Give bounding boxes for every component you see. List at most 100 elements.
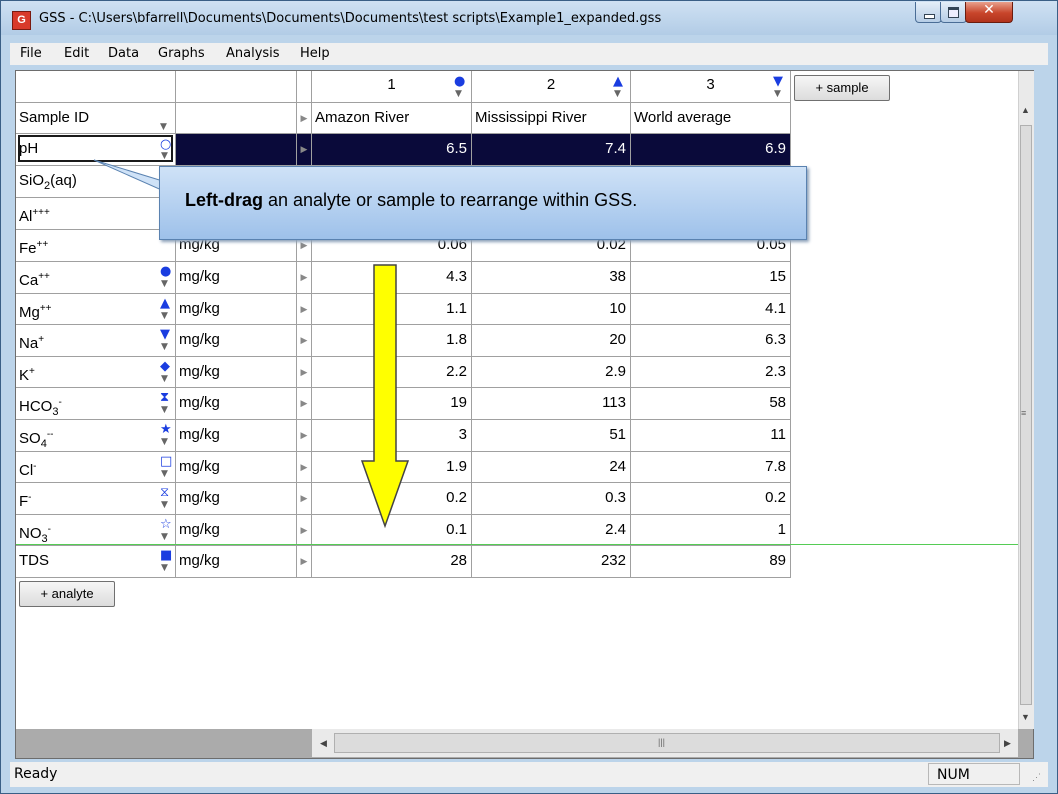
analyte-row-al[interactable]: Al+++ [16, 198, 176, 230]
menu-graphs[interactable]: Graphs [158, 46, 205, 61]
dropdown-icon[interactable]: ▼ [161, 280, 168, 289]
scroll-left-icon[interactable]: ◀ [320, 738, 327, 749]
add-analyte-button[interactable]: + analyte [19, 581, 115, 607]
open-circle-symbol-icon[interactable]: ○ [160, 138, 171, 151]
triangle-up-symbol-icon[interactable]: ▲ [613, 75, 623, 88]
resize-grip-icon[interactable]: ⋰ [1032, 772, 1041, 783]
analyte-name-cell[interactable]: Na+ [16, 325, 176, 357]
value-cell[interactable]: 2.4 [472, 514, 631, 547]
value-cell[interactable]: 20 [472, 325, 631, 357]
value-cell[interactable]: 1 [631, 514, 791, 547]
scroll-down-icon[interactable]: ▼ [1021, 712, 1030, 722]
menu-edit[interactable]: Edit [64, 46, 89, 61]
triangle-down-symbol-icon[interactable]: ▼ [160, 328, 170, 341]
value-cell[interactable]: 7.8 [631, 451, 791, 484]
scroll-right-icon[interactable]: ▶ [1004, 738, 1011, 749]
unit-cell[interactable] [176, 134, 297, 166]
unit-cell[interactable]: mg/kg [176, 325, 297, 357]
sample-name-1[interactable]: Amazon River [312, 103, 472, 134]
unit-cell[interactable]: mg/kg [176, 546, 297, 578]
value-cell[interactable]: 51 [472, 420, 631, 452]
star-symbol-icon[interactable]: ★ [160, 423, 172, 436]
symbol-dropdown-icon[interactable]: ▼ [614, 90, 621, 99]
sample-header-3[interactable]: 3 ▼ ▼ [631, 71, 791, 103]
value-cell[interactable]: 11 [631, 420, 791, 452]
hourglass-symbol-icon[interactable]: ⧗ [160, 391, 169, 404]
triangle-down-symbol-icon[interactable]: ▼ [773, 75, 783, 88]
value-cell[interactable]: 6.5 [312, 134, 472, 166]
dropdown-icon[interactable]: ▼ [161, 564, 168, 573]
close-button[interactable]: ✕ [965, 2, 1013, 23]
unit-cell[interactable]: mg/kg [176, 262, 297, 294]
analyte-name-cell[interactable]: F- [16, 483, 176, 515]
dropdown-icon[interactable]: ▼ [161, 343, 168, 352]
dropdown-icon[interactable]: ▼ [161, 501, 168, 510]
unit-cell[interactable]: mg/kg [176, 483, 297, 515]
dropdown-icon[interactable]: ▼ [161, 374, 168, 384]
value-cell[interactable]: 58 [631, 388, 791, 420]
analyte-name-cell[interactable]: TDS [16, 546, 176, 578]
dropdown-icon[interactable]: ▼ [160, 123, 167, 132]
value-cell[interactable]: 2.9 [472, 356, 631, 389]
value-cell[interactable]: 232 [472, 546, 631, 578]
value-cell[interactable]: 0.2 [631, 483, 791, 515]
unit-cell[interactable]: mg/kg [176, 514, 297, 547]
value-cell[interactable]: 0.3 [472, 483, 631, 515]
filled-circle-symbol-icon[interactable]: ● [160, 265, 171, 278]
dropdown-icon[interactable]: ▼ [161, 532, 168, 542]
triangle-up-symbol-icon[interactable]: ▲ [160, 297, 170, 310]
value-cell[interactable]: 89 [631, 546, 791, 578]
add-sample-button[interactable]: + sample [794, 75, 890, 101]
value-cell[interactable]: 6.3 [631, 325, 791, 357]
value-cell[interactable]: 10 [472, 293, 631, 326]
value-cell[interactable]: 38 [472, 262, 631, 294]
scroll-up-icon[interactable]: ▲ [1021, 105, 1030, 115]
analyte-name-cell[interactable]: K+ [16, 356, 176, 389]
menu-help[interactable]: Help [300, 46, 330, 61]
unit-cell[interactable]: mg/kg [176, 451, 297, 484]
minimize-button[interactable] [915, 2, 942, 23]
dropdown-icon[interactable]: ▼ [161, 438, 168, 447]
value-cell[interactable]: 6.9 [631, 134, 791, 166]
symbol-dropdown-icon[interactable]: ▼ [774, 90, 781, 99]
analyte-row-fe[interactable]: Fe++ [16, 230, 176, 262]
symbol-dropdown-icon[interactable]: ▼ [455, 90, 462, 99]
sample-header-2[interactable]: 2 ▲ ▼ [472, 71, 631, 103]
dropdown-icon[interactable]: ▼ [161, 469, 168, 479]
value-cell[interactable]: 7.4 [472, 134, 631, 166]
unit-cell[interactable]: mg/kg [176, 388, 297, 420]
horizontal-scroll-thumb[interactable] [334, 733, 1000, 753]
value-cell[interactable]: 113 [472, 388, 631, 420]
open-star-symbol-icon[interactable]: ☆ [160, 518, 172, 531]
value-cell[interactable]: 4.1 [631, 293, 791, 326]
menu-file[interactable]: File [20, 46, 42, 61]
dropdown-icon[interactable]: ▼ [161, 406, 168, 415]
analyte-name-cell[interactable]: Cl- [16, 451, 176, 484]
value-cell[interactable]: 24 [472, 451, 631, 484]
analyte-name-cell[interactable]: Ca++ [16, 262, 176, 294]
value-cell[interactable]: 2.3 [631, 356, 791, 389]
gss-app-icon[interactable]: G [12, 11, 31, 30]
menu-analysis[interactable]: Analysis [226, 46, 280, 61]
menu-data[interactable]: Data [108, 46, 139, 61]
maximize-button[interactable] [940, 2, 967, 23]
analyte-name-cell[interactable]: HCO3- [16, 388, 176, 420]
analyte-name-cell[interactable]: NO3- [16, 514, 176, 547]
diamond-symbol-icon[interactable]: ◆ [160, 360, 170, 373]
horizontal-scrollbar[interactable]: ◀ ||| ▶ [312, 729, 1018, 757]
sample-name-2[interactable]: Mississippi River [472, 103, 631, 134]
filled-square-symbol-icon[interactable]: ■ [160, 549, 172, 562]
circle-symbol-icon[interactable]: ● [454, 75, 465, 88]
open-square-symbol-icon[interactable]: □ [160, 455, 172, 468]
unit-cell[interactable]: mg/kg [176, 293, 297, 326]
sample-header-1[interactable]: 1 ● ▼ [312, 71, 472, 103]
vertical-scrollbar[interactable]: ▲ ≡ ▼ [1018, 71, 1034, 729]
dropdown-icon[interactable]: ▼ [161, 311, 168, 321]
sample-name-3[interactable]: World average [631, 103, 791, 134]
open-hourglass-symbol-icon[interactable]: ⧖ [160, 486, 169, 499]
value-cell[interactable]: 28 [312, 546, 472, 578]
analyte-name-cell[interactable]: Mg++ [16, 293, 176, 326]
analyte-name-cell[interactable]: SO4-- [16, 420, 176, 452]
unit-cell[interactable]: mg/kg [176, 420, 297, 452]
value-cell[interactable]: 15 [631, 262, 791, 294]
